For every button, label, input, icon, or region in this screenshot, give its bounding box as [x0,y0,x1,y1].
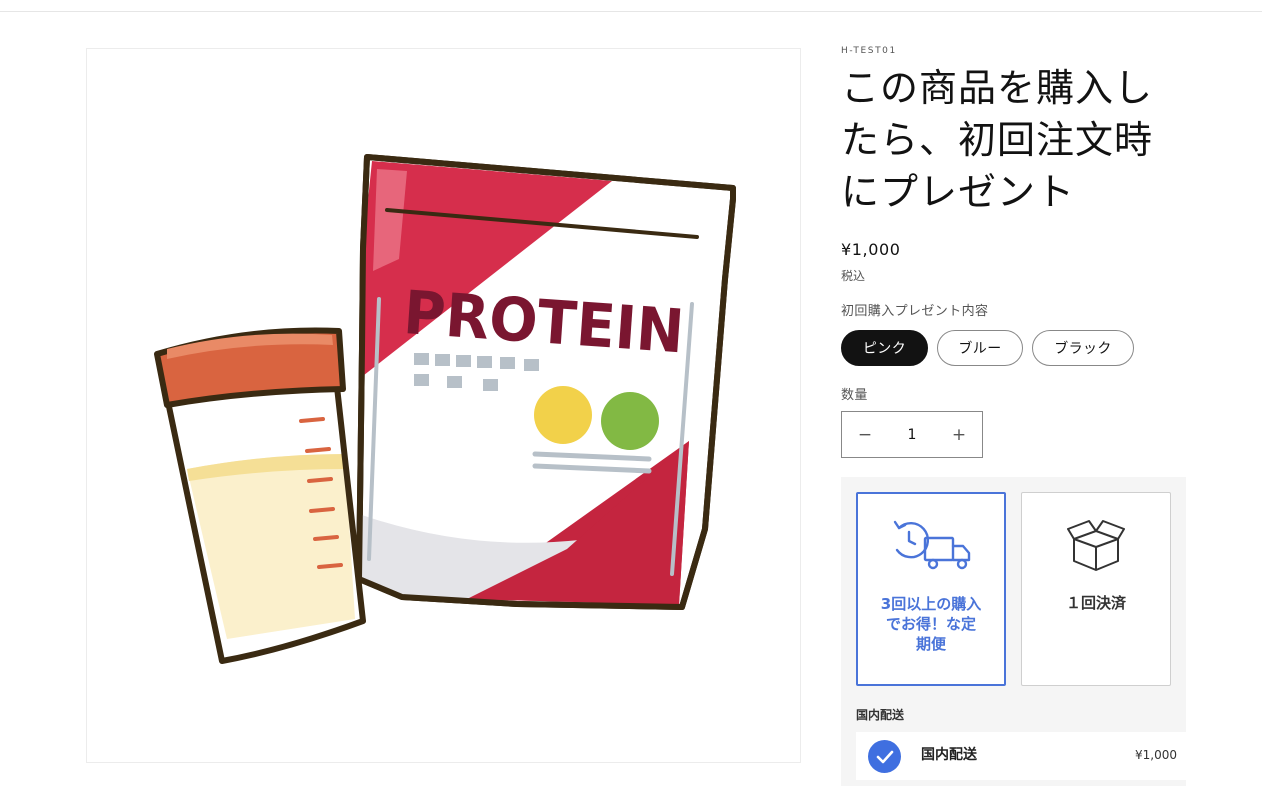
purchase-type-panel: 3回以上の購入でお得！な定期便 １回決済 国内配送 国内配送 ¥1,000 [841,477,1186,786]
subscription-card-label: 3回以上の購入でお得！な定期便 [880,595,982,653]
product-price: ¥1,000 [841,240,901,259]
shipping-option[interactable]: 国内配送 ¥1,000 [856,732,1186,780]
tax-note: 税込 [841,269,866,283]
header-divider [0,11,1262,12]
option-blue[interactable]: ブルー [937,330,1023,366]
product-title: この商品を購入したら、初回注文時にプレゼント [841,66,1154,214]
check-icon [868,740,901,773]
option-black[interactable]: ブラック [1032,330,1134,366]
shipping-option-price: ¥1,000 [1135,748,1177,762]
protein-illustration: PROTEIN [154,154,736,664]
one-time-card[interactable]: １回決済 [1021,492,1171,686]
quantity-input[interactable]: 1 [888,427,936,443]
option-pink[interactable]: ピンク [841,330,928,366]
subscription-truck-icon [858,518,1004,572]
quantity-label: 数量 [841,388,868,403]
product-sku: H-TEST01 [841,46,897,56]
quantity-increase-button[interactable]: + [936,412,982,457]
box-icon [1022,517,1170,573]
subscription-card[interactable]: 3回以上の購入でお得！な定期便 [856,492,1006,686]
one-time-card-label: １回決済 [1065,594,1126,612]
quantity-decrease-button[interactable]: − [842,412,888,457]
shipping-title: 国内配送 [856,708,905,722]
product-image[interactable]: PROTEIN [86,48,801,763]
option-label: 初回購入プレゼント内容 [841,304,989,319]
shipping-option-name: 国内配送 [921,747,977,763]
option-pills: ピンク ブルー ブラック [841,330,1186,366]
quantity-stepper: − 1 + [841,411,983,458]
product-info: H-TEST01 この商品を購入したら、初回注文時にプレゼント ¥1,000 税… [841,46,1186,458]
